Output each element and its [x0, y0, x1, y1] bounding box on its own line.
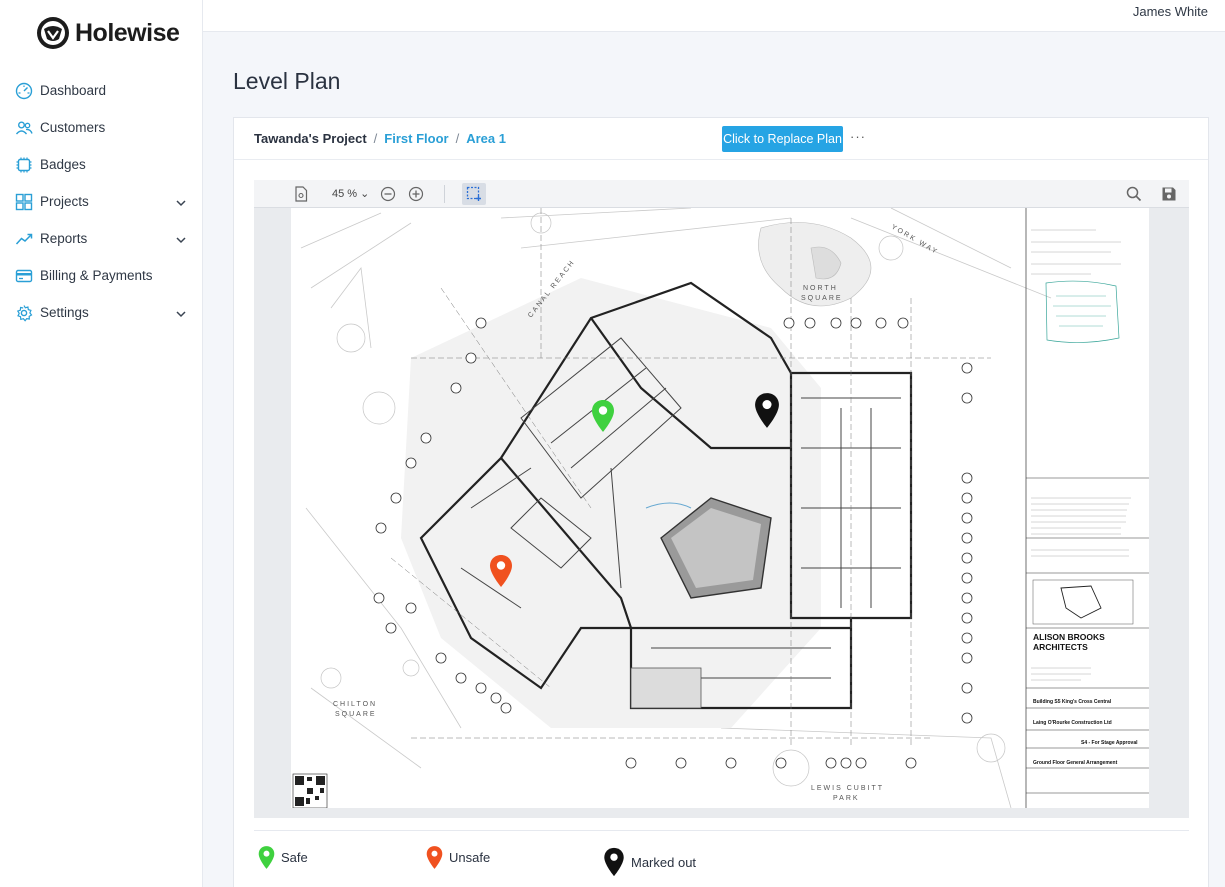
sidebar-item-label: Billing & Payments	[40, 268, 153, 283]
legend-item-safe: Safe	[258, 845, 308, 870]
search-icon[interactable]	[1124, 183, 1144, 205]
projects-icon	[14, 192, 34, 212]
sidebar-item-reports[interactable]: Reports	[0, 220, 203, 257]
sidebar-nav: Dashboard Customers Badges Projects Repo…	[0, 72, 203, 331]
breadcrumb-level[interactable]: First Floor	[384, 131, 448, 146]
architect-name: ALISON BROOKS	[1033, 632, 1105, 642]
breadcrumb-area[interactable]: Area 1	[466, 131, 506, 146]
sidebar-item-label: Dashboard	[40, 83, 107, 98]
zoom-value: 45 %	[332, 188, 358, 200]
breadcrumb-separator: /	[373, 131, 378, 146]
breadcrumb-project[interactable]: Tawanda's Project	[254, 131, 367, 146]
qr-code	[292, 773, 328, 808]
marked-out-pin-icon[interactable]	[754, 392, 780, 434]
page-settings-icon[interactable]	[290, 183, 312, 205]
holewise-logo-icon	[37, 17, 69, 49]
legend-item-unsafe: Unsafe	[426, 845, 490, 870]
more-options-icon[interactable]: ···	[850, 129, 866, 144]
dashboard-icon	[14, 81, 34, 101]
unsafe-pin-icon[interactable]	[489, 554, 513, 593]
sidebar-item-dashboard[interactable]: Dashboard	[0, 72, 203, 109]
sidebar-item-label: Badges	[40, 157, 86, 172]
zoom-level[interactable]: 45 % ⌄	[332, 187, 369, 200]
architect-name-line2: ARCHITECTS	[1033, 642, 1088, 652]
billing-icon	[14, 266, 34, 286]
legend-item-marked-out: Marked out	[603, 847, 696, 877]
badges-icon	[14, 155, 34, 175]
breadcrumb: Tawanda's Project / First Floor / Area 1	[254, 131, 506, 146]
sidebar-item-badges[interactable]: Badges	[0, 146, 203, 183]
sidebar-item-label: Projects	[40, 194, 89, 209]
legend-label-unsafe: Unsafe	[449, 850, 491, 865]
plan-label-park: PARK	[833, 795, 860, 802]
project-name: Building S5 King's Cross Central	[1033, 699, 1112, 705]
sidebar-item-billing[interactable]: Billing & Payments	[0, 257, 203, 294]
chevron-down-icon[interactable]	[175, 196, 187, 208]
area-select-icon[interactable]	[462, 183, 486, 205]
save-icon[interactable]	[1159, 183, 1179, 205]
card-header: Tawanda's Project / First Floor / Area 1…	[234, 118, 1208, 160]
toolbar-divider	[444, 185, 445, 203]
user-menu[interactable]: James White	[1133, 4, 1208, 19]
plan-label-lewis-cubitt: LEWIS CUBITT	[811, 785, 884, 792]
pin-legend: Safe Unsafe Marked out	[254, 830, 1189, 887]
sidebar-item-label: Reports	[40, 231, 88, 246]
chevron-down-icon[interactable]	[175, 233, 187, 245]
sidebar-item-label: Customers	[40, 120, 106, 135]
replace-plan-button[interactable]: Click to Replace Plan	[722, 126, 843, 152]
client-name: Laing O'Rourke Construction Ltd	[1033, 720, 1112, 726]
unsafe-pin-icon	[426, 846, 443, 869]
page-title: Level Plan	[233, 68, 341, 94]
app-logo[interactable]: Holewise	[37, 17, 180, 49]
level-plan-card: Tawanda's Project / First Floor / Area 1…	[233, 117, 1209, 887]
reports-icon	[14, 229, 34, 249]
customers-icon	[14, 118, 34, 138]
plan-label-north: NORTH	[803, 285, 838, 292]
safe-pin-icon[interactable]	[591, 399, 615, 438]
legend-label-marked-out: Marked out	[631, 854, 697, 870]
sidebar-item-settings[interactable]: Settings	[0, 294, 203, 331]
plan-label-chilton: CHILTON	[333, 701, 377, 708]
zoom-in-icon[interactable]	[406, 183, 426, 205]
floor-plan-svg: NORTH SQUARE CHILTON SQUARE LEWIS CUBITT…	[291, 208, 1149, 808]
plan-label-square: SQUARE	[801, 295, 843, 302]
stage-label: S4 - For Stage Approval	[1081, 740, 1138, 746]
plan-viewer: 45 % ⌄ NORTH SQUARE CHILTON SQUARE LEWIS…	[254, 180, 1189, 818]
sidebar-item-customers[interactable]: Customers	[0, 109, 203, 146]
breadcrumb-separator: /	[455, 131, 460, 146]
drawing-title: Ground Floor General Arrangement	[1033, 760, 1118, 766]
chevron-down-icon[interactable]	[175, 307, 187, 319]
sidebar-item-projects[interactable]: Projects	[0, 183, 203, 220]
app-name: Holewise	[75, 18, 180, 47]
settings-icon	[14, 303, 34, 323]
top-bar: James White	[203, 0, 1225, 32]
chevron-down-icon: ⌄	[360, 188, 370, 200]
viewer-toolbar: 45 % ⌄	[254, 180, 1189, 208]
legend-label-safe: Safe	[281, 850, 308, 865]
zoom-out-icon[interactable]	[378, 183, 398, 205]
sidebar: Holewise Dashboard Customers Badges Proj…	[0, 0, 203, 887]
sidebar-item-label: Settings	[40, 305, 89, 320]
safe-pin-icon	[258, 846, 275, 869]
plan-label-chilton-square: SQUARE	[335, 711, 377, 718]
marked-out-pin-icon	[604, 847, 624, 877]
floor-plan-drawing[interactable]: NORTH SQUARE CHILTON SQUARE LEWIS CUBITT…	[291, 208, 1149, 808]
